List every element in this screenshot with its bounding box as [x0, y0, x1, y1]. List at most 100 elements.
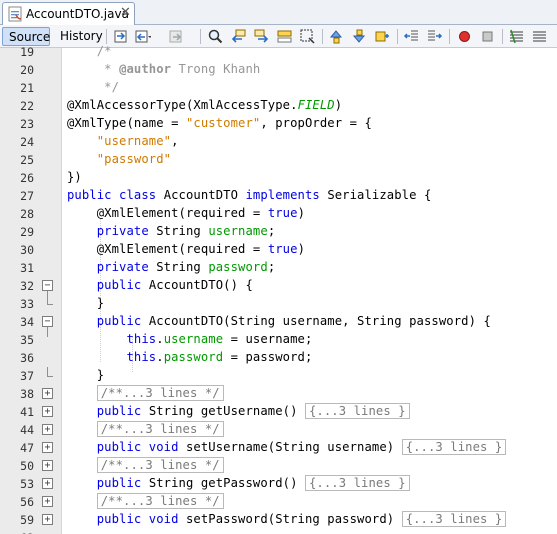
code-line[interactable]: 29 private String username; — [0, 223, 557, 241]
file-tab-title: AccountDTO.java — [26, 7, 129, 21]
code-text: "username", — [67, 134, 179, 148]
code-text: public class AccountDTO implements Seria… — [67, 188, 431, 202]
code-line[interactable]: 20 * @author Trong Khanh — [0, 61, 557, 79]
code-token: @XmlElement(required = — [67, 242, 268, 256]
folded-code-block[interactable]: {...3 lines } — [305, 403, 410, 419]
code-token: ) — [334, 98, 343, 112]
code-line[interactable]: 25 "password" — [0, 151, 557, 169]
code-text: */ — [67, 80, 119, 94]
code-line[interactable]: 19 /* — [0, 43, 557, 61]
code-line[interactable]: 36 this.password = password; — [0, 349, 557, 367]
code-token: public class — [67, 188, 164, 202]
code-line[interactable]: 21 */ — [0, 79, 557, 97]
code-line[interactable]: 30 @XmlElement(required = true) — [0, 241, 557, 259]
editor-tab-strip: AccountDTO.java ✕ — [0, 0, 557, 25]
code-text: /**...3 lines */ — [67, 493, 224, 509]
code-text: /**...3 lines */ — [67, 385, 224, 401]
code-token: AccountDTO — [163, 188, 246, 202]
close-icon[interactable]: ✕ — [120, 5, 131, 20]
code-token: private — [96, 224, 157, 238]
folded-code-block[interactable]: {...3 lines } — [401, 511, 507, 527]
line-number: 27 — [20, 189, 34, 203]
folded-code-block[interactable]: /**...3 lines */ — [96, 385, 224, 401]
code-line[interactable]: 59 + public void setPassword(String passw… — [0, 511, 557, 529]
code-token: this — [126, 332, 157, 346]
line-number: 21 — [20, 81, 34, 95]
code-line[interactable]: 35 this.username = username; — [0, 331, 557, 349]
code-token: . — [156, 350, 164, 364]
code-token: FIELD — [297, 98, 335, 112]
line-number: 59 — [20, 513, 34, 527]
line-number: 29 — [20, 225, 34, 239]
toolbar-separator — [502, 29, 503, 44]
file-tab[interactable]: AccountDTO.java ✕ — [2, 2, 135, 25]
code-line[interactable]: 26}) — [0, 169, 557, 187]
expand-fold-icon[interactable]: + — [42, 442, 53, 453]
expand-fold-icon[interactable]: + — [42, 496, 53, 507]
folded-code-block[interactable]: {...3 lines } — [401, 439, 507, 455]
code-line[interactable]: 56 + /**...3 lines */ — [0, 493, 557, 511]
line-number: 41 — [20, 405, 34, 419]
expand-fold-icon[interactable]: + — [42, 424, 53, 435]
code-token: this — [126, 350, 157, 364]
code-line[interactable]: 32− public AccountDTO() { — [0, 277, 557, 301]
code-token: username — [163, 332, 224, 346]
code-token: public — [96, 476, 149, 490]
code-token: /* — [67, 44, 112, 58]
code-line[interactable]: 23 @XmlType(name = "customer", propOrder … — [0, 115, 557, 133]
code-text: @XmlAccessorType(XmlAccessType.FIELD) — [67, 98, 342, 112]
code-token: ) — [297, 242, 305, 256]
code-editor[interactable]: 19 /* 20 * @author Trong Khanh 21 */22 @Xml… — [0, 44, 557, 534]
code-text: public AccountDTO() { — [67, 278, 253, 292]
code-line[interactable]: 34− public AccountDTO(String username, S… — [0, 313, 557, 337]
expand-fold-icon[interactable]: + — [42, 460, 53, 471]
code-text: } — [67, 368, 104, 382]
expand-fold-icon[interactable]: + — [42, 514, 53, 525]
code-token: public — [96, 404, 149, 418]
expand-fold-icon[interactable]: + — [42, 478, 53, 489]
toolbar-separator — [200, 29, 201, 44]
code-line[interactable]: 62 — [0, 529, 557, 534]
code-text: "password" — [67, 152, 171, 166]
line-number: 38 — [20, 387, 34, 401]
code-line[interactable]: 44 + /**...3 lines */ — [0, 421, 557, 439]
code-line[interactable]: 53 + public String getPassword() {...3 li… — [0, 475, 557, 493]
expand-fold-icon[interactable]: + — [42, 388, 53, 399]
line-number: 33 — [20, 297, 34, 311]
folded-code-block[interactable]: /**...3 lines */ — [96, 493, 224, 509]
code-line[interactable]: 22 @XmlAccessorType(XmlAccessType.FIELD) — [0, 97, 557, 115]
folded-code-block[interactable]: {...3 lines } — [305, 475, 410, 491]
line-number: 30 — [20, 243, 34, 257]
line-number: 44 — [20, 423, 34, 437]
code-token: password — [163, 350, 224, 364]
collapse-fold-icon[interactable]: − — [42, 316, 53, 327]
code-line[interactable]: 41 + public String getUsername() {...3 li… — [0, 403, 557, 421]
code-line[interactable]: 33 } — [0, 295, 557, 313]
code-line[interactable]: 31 private String password; — [0, 259, 557, 277]
collapse-fold-icon[interactable]: − — [42, 280, 53, 291]
code-line[interactable]: 28 @XmlElement(required = true) — [0, 205, 557, 223]
folded-code-block[interactable]: /**...3 lines */ — [96, 421, 224, 437]
code-line[interactable]: 47 + public void setUsername(String usern… — [0, 439, 557, 457]
line-number: 22 — [20, 99, 34, 113]
code-text: @XmlElement(required = true) — [67, 242, 305, 256]
expand-fold-icon[interactable]: + — [42, 406, 53, 417]
code-token: true — [267, 206, 298, 220]
line-number: 35 — [20, 333, 34, 347]
code-token: "password" — [96, 152, 172, 166]
code-line[interactable]: 24 "username", — [0, 133, 557, 151]
code-line[interactable]: 50 + /**...3 lines */ — [0, 457, 557, 475]
code-token: String — [156, 260, 209, 274]
code-line[interactable]: 37 } — [0, 367, 557, 385]
code-line[interactable]: 38 + /**...3 lines */ — [0, 385, 557, 403]
code-token: , propOrder = { — [260, 116, 372, 130]
code-token: Serializable { — [327, 188, 432, 202]
folded-code-block[interactable]: /**...3 lines */ — [96, 457, 224, 473]
java-file-icon — [8, 6, 23, 22]
code-line[interactable]: 27 public class AccountDTO implements Ser… — [0, 187, 557, 205]
